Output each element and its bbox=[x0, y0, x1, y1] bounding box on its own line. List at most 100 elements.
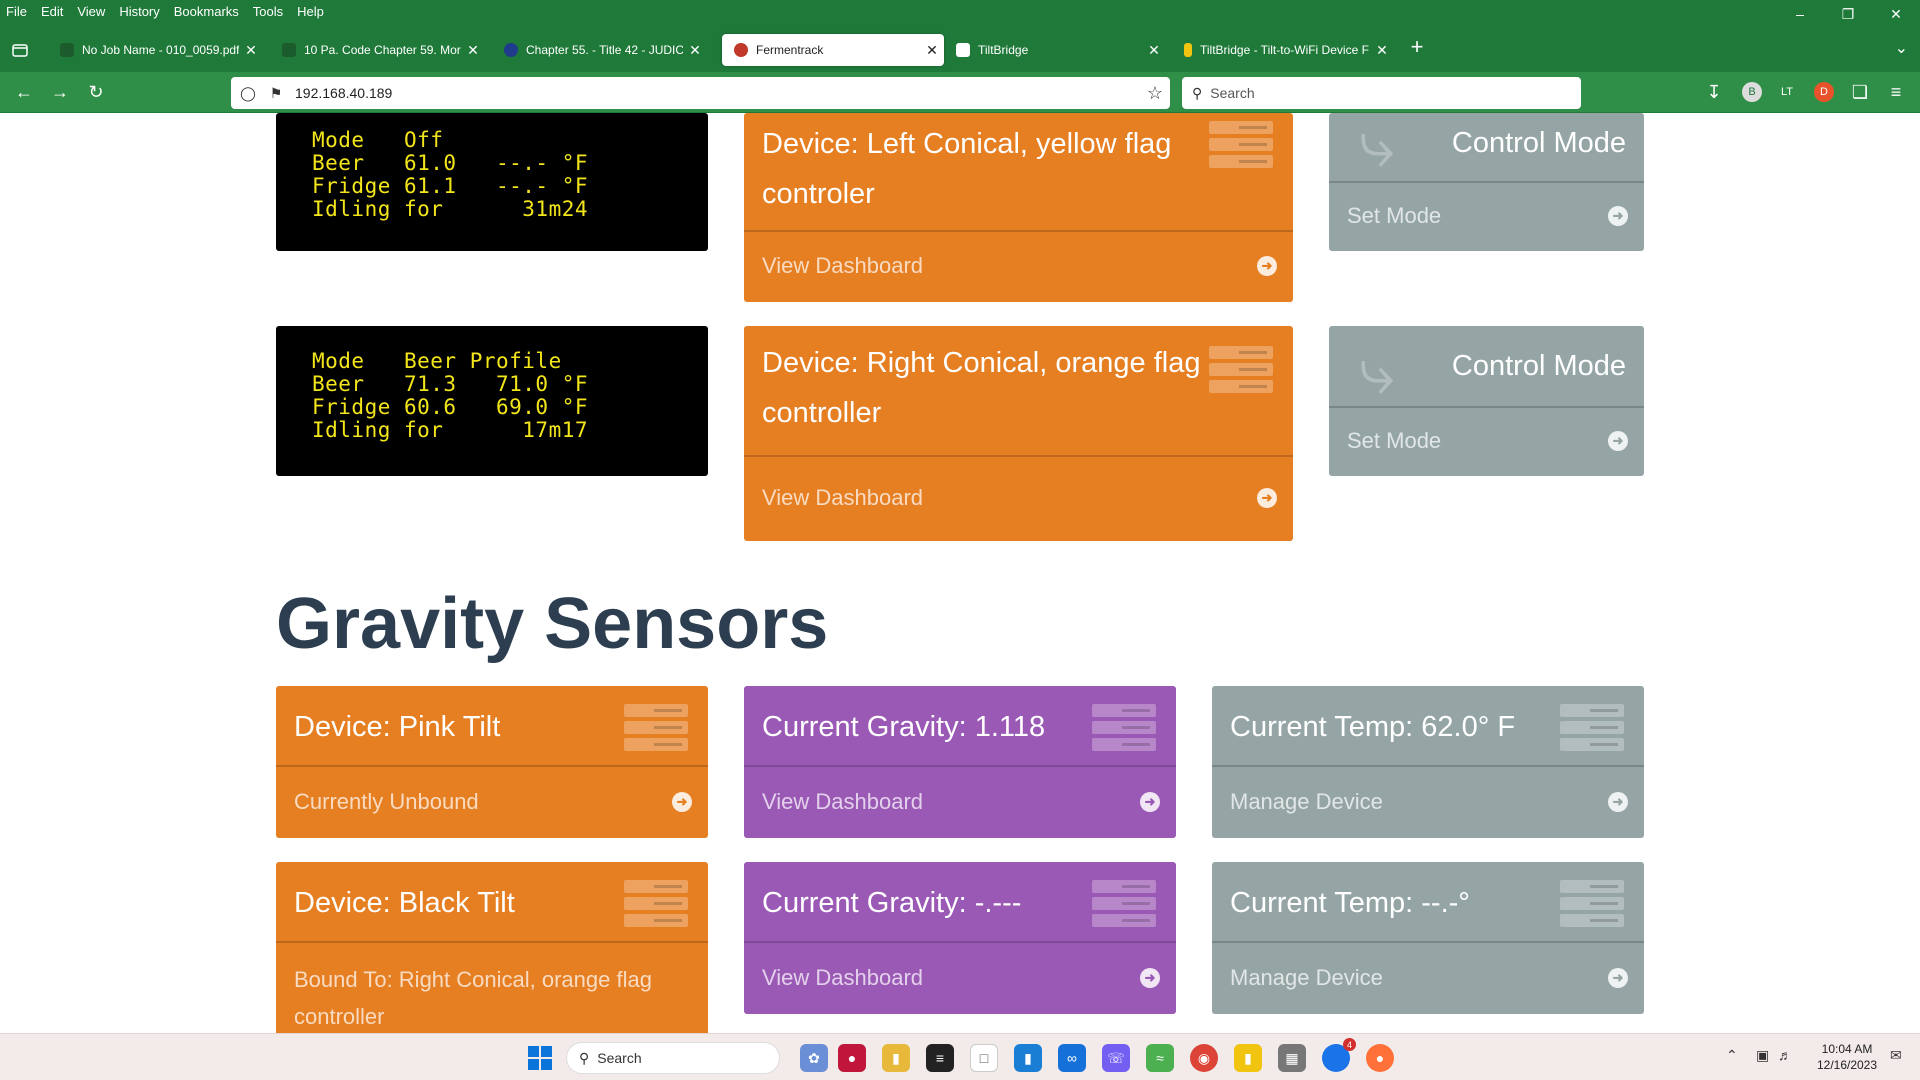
server-icon bbox=[1560, 880, 1624, 931]
tab-close-icon[interactable]: ✕ bbox=[1142, 42, 1166, 59]
tab-close-icon[interactable]: ✕ bbox=[239, 42, 263, 59]
wifi-app-icon[interactable]: ≈ bbox=[1146, 1044, 1174, 1072]
link-label: View Dashboard bbox=[762, 788, 924, 814]
arrow-circle-right-icon: ➜ bbox=[1608, 967, 1628, 988]
tab-pa-code[interactable]: 10 Pa. Code Chapter 59. Mortga ✕ bbox=[270, 34, 485, 66]
file-explorer-icon[interactable]: ▮ bbox=[882, 1044, 910, 1072]
restore-icon[interactable]: ❐ bbox=[1824, 0, 1872, 28]
chrome-icon[interactable]: ◉ bbox=[1190, 1044, 1218, 1072]
view-dashboard-link[interactable]: View Dashboard ➜ bbox=[744, 232, 1293, 300]
back-icon[interactable]: ← bbox=[12, 80, 36, 104]
network-icon[interactable]: ▣ bbox=[1756, 1047, 1769, 1064]
sensor-device-heading: Device: Black Tilt bbox=[276, 862, 708, 943]
set-mode-link[interactable]: Set Mode ➜ bbox=[1329, 183, 1644, 249]
firefox-icon[interactable]: ● bbox=[1366, 1044, 1394, 1072]
notepad-icon[interactable]: □ bbox=[970, 1044, 998, 1072]
start-icon[interactable] bbox=[528, 1046, 552, 1070]
close-window-icon[interactable]: ✕ bbox=[1872, 0, 1920, 28]
gravity-panel: Current Gravity: -.--- View Dashboard ➜ bbox=[744, 862, 1176, 1014]
tab-close-icon[interactable]: ✕ bbox=[1370, 42, 1394, 59]
menu-history[interactable]: History bbox=[112, 4, 166, 19]
view-dashboard-link[interactable]: View Dashboard ➜ bbox=[744, 457, 1293, 539]
arrow-circle-right-icon: ➜ bbox=[1608, 791, 1628, 812]
url-text[interactable]: 192.168.40.189 bbox=[295, 85, 1140, 101]
viber-icon[interactable]: ☏ bbox=[1102, 1044, 1130, 1072]
set-mode-link[interactable]: Set Mode ➜ bbox=[1329, 408, 1644, 474]
arrow-circle-right-icon: ➜ bbox=[672, 791, 692, 812]
search-bar[interactable]: ⚲ Search bbox=[1182, 77, 1581, 109]
notifications-icon[interactable]: ✉ bbox=[1890, 1047, 1902, 1064]
device-panel-heading: Device: Left Conical, yellow flag contro… bbox=[744, 113, 1293, 232]
gravity-panel: Current Gravity: 1.118 View Dashboard ➜ bbox=[744, 686, 1176, 838]
tab-close-icon[interactable]: ✕ bbox=[683, 42, 707, 59]
view-dashboard-link[interactable]: View Dashboard ➜ bbox=[744, 767, 1176, 836]
lock-icon[interactable]: ⚑ bbox=[265, 85, 287, 102]
server-icon bbox=[1092, 704, 1156, 755]
search-icon: ⚲ bbox=[579, 1049, 590, 1066]
tab-close-icon[interactable]: ✕ bbox=[920, 42, 944, 59]
taskbar-search[interactable]: ⚲ Search bbox=[566, 1042, 780, 1074]
link-label: Manage Device bbox=[1230, 788, 1383, 814]
server-icon bbox=[1209, 346, 1273, 397]
new-tab-icon[interactable]: + bbox=[1402, 34, 1432, 60]
shield-icon[interactable]: ◯ bbox=[237, 85, 259, 102]
server-icon bbox=[1209, 121, 1273, 172]
tab-label: Fermentrack bbox=[756, 43, 824, 57]
lcd-display: Mode Off Beer 61.0 --.- °F Fridge 61.1 -… bbox=[276, 113, 708, 251]
list-all-tabs-icon[interactable]: ⌄ bbox=[1895, 38, 1908, 58]
terminal-app-icon[interactable]: ≡ bbox=[926, 1044, 954, 1072]
manage-device-link[interactable]: Manage Device ➜ bbox=[1212, 943, 1644, 1012]
document-app-icon[interactable]: ▮ bbox=[1014, 1044, 1042, 1072]
raspberry-icon[interactable]: ● bbox=[838, 1044, 866, 1072]
bolt-icon: ⤷ bbox=[1359, 335, 1395, 407]
control-mode-panel: ⤷ Control Mode Set Mode ➜ bbox=[1329, 113, 1644, 251]
tray-chevron-icon[interactable]: ⌃ bbox=[1726, 1047, 1738, 1064]
menu-edit[interactable]: Edit bbox=[34, 4, 70, 19]
control-mode-panel: ⤷ Control Mode Set Mode ➜ bbox=[1329, 326, 1644, 476]
view-dashboard-link[interactable]: View Dashboard ➜ bbox=[744, 943, 1176, 1012]
extension-lt-icon[interactable]: LT bbox=[1777, 82, 1797, 102]
tab-close-icon[interactable]: ✕ bbox=[461, 42, 485, 59]
link-label: Set Mode bbox=[1347, 203, 1442, 228]
clock[interactable]: 10:04 AM 12/16/2023 bbox=[1814, 1041, 1880, 1073]
forward-icon[interactable]: → bbox=[48, 80, 72, 104]
bind-status-link[interactable]: Bound To: Right Conical, orange flag con… bbox=[276, 943, 708, 1033]
tab-list-icon[interactable] bbox=[8, 38, 32, 62]
messenger-icon[interactable]: 4 bbox=[1322, 1038, 1356, 1072]
tab-tiltbridge[interactable]: TiltBridge ✕ bbox=[944, 34, 1166, 66]
tab-title-42[interactable]: Chapter 55. - Title 42 - JUDICIA ✕ bbox=[492, 34, 707, 66]
menu-help[interactable]: Help bbox=[290, 4, 331, 19]
tab-favicon bbox=[956, 43, 970, 57]
tilt-app-icon[interactable]: ▮ bbox=[1234, 1044, 1262, 1072]
volume-icon[interactable]: ♬ bbox=[1778, 1047, 1792, 1063]
arrow-circle-right-icon: ➜ bbox=[1608, 431, 1628, 451]
control-mode-heading: ⤷ Control Mode bbox=[1329, 113, 1644, 183]
tab-label: TiltBridge - Tilt-to-WiFi Device F bbox=[1200, 43, 1369, 57]
tab-fermentrack[interactable]: Fermentrack ✕ bbox=[722, 34, 944, 66]
menu-tools[interactable]: Tools bbox=[246, 4, 290, 19]
copilot-icon[interactable]: ✿ bbox=[800, 1044, 828, 1072]
menu-view[interactable]: View bbox=[70, 4, 112, 19]
bind-status-link[interactable]: Currently Unbound ➜ bbox=[276, 767, 708, 836]
minimize-icon[interactable]: – bbox=[1776, 0, 1824, 28]
reload-icon[interactable]: ↻ bbox=[84, 80, 108, 104]
server-icon bbox=[624, 704, 688, 755]
downloads-icon[interactable]: ↧ bbox=[1702, 80, 1726, 104]
link-app-icon[interactable]: ∞ bbox=[1058, 1044, 1086, 1072]
tab-pdf[interactable]: No Job Name - 010_0059.pdf ✕ bbox=[48, 34, 263, 66]
sensor-device-panel: Device: Black Tilt Bound To: Right Conic… bbox=[276, 862, 708, 1033]
menu-file[interactable]: File bbox=[0, 4, 34, 19]
bookmark-star-icon[interactable]: ☆ bbox=[1140, 83, 1170, 104]
tab-tiltbridge-device[interactable]: TiltBridge - Tilt-to-WiFi Device F ✕ bbox=[1172, 34, 1394, 66]
extension-duckduckgo-icon[interactable]: D bbox=[1814, 82, 1834, 102]
network-app-icon[interactable]: ▦ bbox=[1278, 1044, 1306, 1072]
tab-favicon bbox=[504, 43, 518, 57]
tab-label: 10 Pa. Code Chapter 59. Mortga bbox=[304, 43, 461, 57]
app-menu-icon[interactable]: ≡ bbox=[1884, 80, 1908, 104]
manage-device-link[interactable]: Manage Device ➜ bbox=[1212, 767, 1644, 836]
extensions-icon[interactable]: ❏ bbox=[1848, 80, 1872, 104]
menu-bookmarks[interactable]: Bookmarks bbox=[167, 4, 246, 19]
temp-panel: Current Temp: --.-° Manage Device ➜ bbox=[1212, 862, 1644, 1014]
url-bar[interactable]: ◯ ⚑ 192.168.40.189 ☆ bbox=[231, 77, 1170, 109]
extension-b-icon[interactable]: B bbox=[1742, 82, 1762, 102]
